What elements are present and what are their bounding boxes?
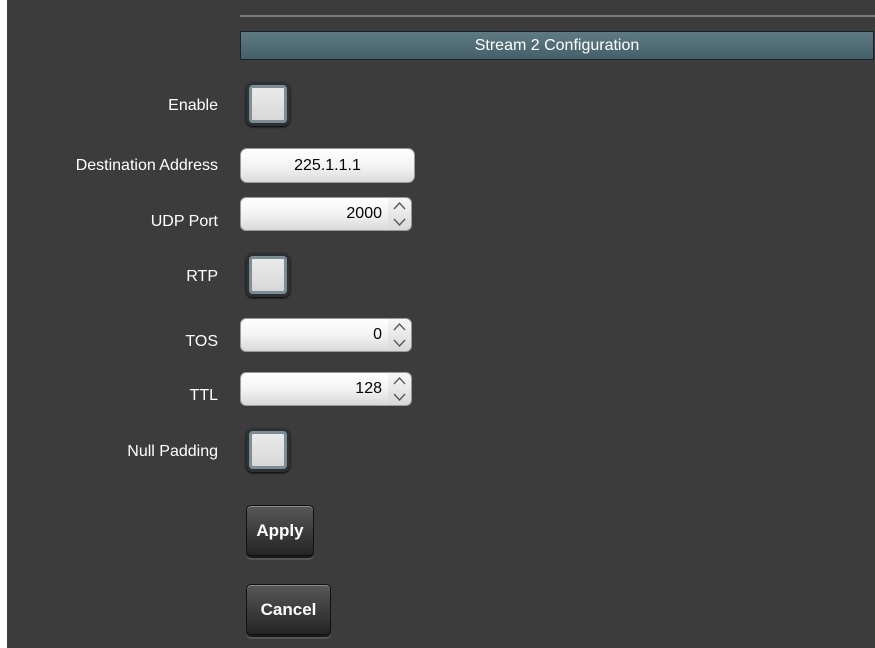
rtp-label: RTP [186, 268, 218, 285]
udp-port-label: UDP Port [150, 213, 218, 230]
tos-spinner [388, 318, 412, 352]
chevron-up-icon[interactable] [388, 319, 411, 335]
destination-address-label: Destination Address [75, 157, 218, 174]
stream-config-panel: Stream 2 Configuration Enable Destinatio… [7, 0, 875, 648]
enable-checkbox[interactable] [246, 82, 290, 126]
chevron-down-icon[interactable] [388, 389, 411, 405]
ttl-label: TTL [189, 387, 218, 404]
ttl-spinner [388, 372, 412, 406]
tos-label: TOS [185, 333, 218, 350]
top-divider [240, 15, 875, 17]
chevron-down-icon[interactable] [388, 214, 411, 230]
destination-address-field[interactable]: 225.1.1.1 [240, 148, 415, 183]
chevron-down-icon[interactable] [388, 335, 411, 351]
enable-label: Enable [168, 97, 218, 114]
udp-port-spinner [388, 197, 412, 231]
null-padding-label: Null Padding [127, 443, 218, 460]
ttl-field[interactable]: 128 [240, 372, 389, 406]
cancel-button[interactable]: Cancel [246, 584, 331, 635]
tos-field[interactable]: 0 [240, 318, 389, 352]
apply-button[interactable]: Apply [246, 505, 314, 556]
chevron-up-icon[interactable] [388, 198, 411, 214]
section-header: Stream 2 Configuration [240, 31, 874, 60]
rtp-checkbox[interactable] [246, 253, 290, 297]
chevron-up-icon[interactable] [388, 373, 411, 389]
null-padding-checkbox[interactable] [246, 428, 290, 472]
udp-port-field[interactable]: 2000 [240, 197, 389, 231]
